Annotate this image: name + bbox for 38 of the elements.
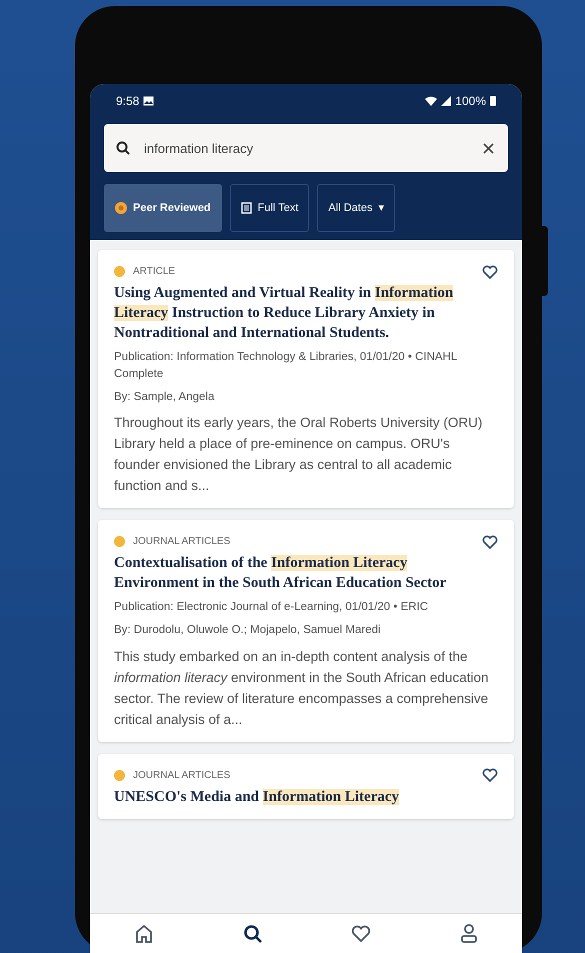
result-title[interactable]: Contextualisation of the Information Literacy Environment in the South African Education Sector	[114, 553, 498, 594]
search-icon	[116, 141, 130, 155]
document-icon	[240, 202, 252, 214]
result-card[interactable]	[98, 250, 514, 508]
result-type: JOURNAL ARTICLES	[133, 768, 230, 782]
dot-icon	[114, 770, 125, 780]
search-icon[interactable]	[242, 924, 263, 944]
publication-info: Publication: Electronic Journal of e-Learning, 01/01/20 • ERIC	[114, 600, 430, 616]
filter-chip[interactable]: All Dates ▾	[317, 184, 396, 232]
search-field[interactable]: information literacy	[104, 124, 508, 172]
filter-chip[interactable]: Peer Reviewed	[104, 184, 222, 232]
dot-icon	[114, 266, 125, 277]
heart-icon[interactable]	[482, 768, 498, 782]
result-title[interactable]: UNESCO's Media and Information Literacy	[114, 786, 498, 806]
battery-icon	[490, 96, 496, 106]
image-icon	[143, 96, 154, 106]
result-type: ARTICLE	[133, 265, 176, 279]
author-line: By: Sample, Angela	[114, 390, 216, 405]
home-icon[interactable]	[134, 924, 154, 944]
battery-percentage: 100%	[455, 93, 486, 110]
heart-icon[interactable]	[351, 924, 372, 942]
status-time: 9:58	[116, 93, 140, 110]
result-card[interactable]: JOURNAL ARTICLES UNESCO's Media and Information Literacy	[98, 754, 514, 818]
filter-chip[interactable]: Full Text	[230, 184, 310, 232]
clear-icon[interactable]	[483, 143, 494, 154]
heart-icon[interactable]	[482, 264, 498, 278]
result-type: JOURNAL ARTICLES	[133, 535, 230, 550]
signal-icon	[441, 96, 452, 106]
abstract-text: This study embarked on an in-depth content analysis of the information literacy environment in the South African education sector. The review of literature encompasses a comprehensive critical analysis of a...	[114, 648, 490, 729]
result-card[interactable]	[98, 520, 514, 742]
heart-icon[interactable]	[482, 534, 498, 549]
author-line: By: Durodolu, Oluwole O.; Mojapelo, Samuel Maredi	[114, 623, 382, 638]
abstract-text: Throughout its early years, the Oral Roberts University (ORU) Library held a place of pre-eminence on campus. ORU's founder envisioned the Library as central to all academic function and s...	[114, 414, 484, 496]
publication-info: Publication: Information Technology & Libraries, 01/01/20 • CINAHL Complete	[114, 350, 458, 382]
dot-icon	[114, 536, 125, 548]
dot-icon	[115, 202, 127, 214]
profile-icon[interactable]	[460, 924, 478, 944]
wifi-icon	[425, 96, 438, 106]
